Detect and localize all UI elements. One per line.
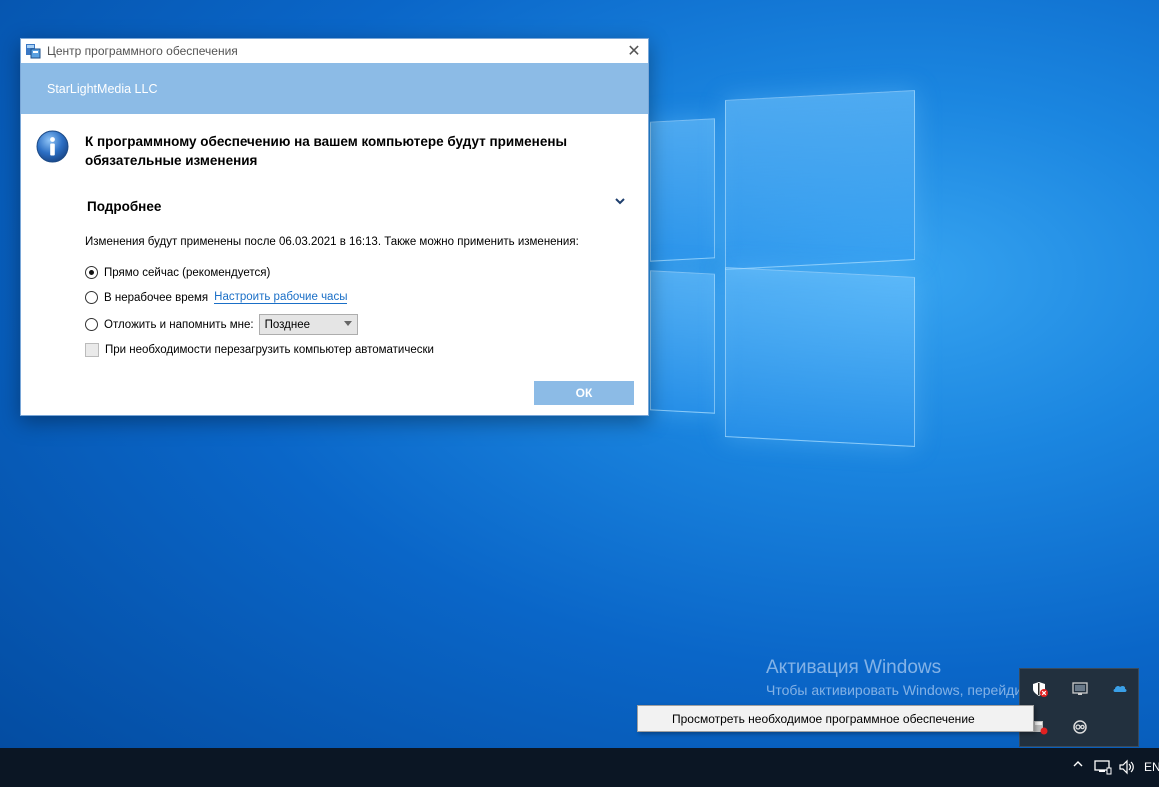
cloud-icon[interactable] (1112, 681, 1128, 697)
settings-gear-icon[interactable] (1072, 719, 1088, 735)
software-center-dialog: Центр программного обеспечения ✕ StarLig… (20, 38, 649, 416)
logo-pane (725, 90, 915, 270)
remind-dropdown-value: Позднее (264, 318, 311, 331)
tray-overflow-panel (1019, 668, 1139, 747)
dialog-content: К программному обеспечению на вашем комп… (21, 114, 648, 416)
logo-pane (650, 270, 715, 414)
option-restart[interactable]: При необходимости перезагрузить компьюте… (85, 343, 434, 357)
radio-now[interactable] (85, 266, 98, 279)
logo-pane (650, 118, 715, 262)
software-center-icon (25, 43, 41, 59)
ok-button[interactable]: ОК (534, 381, 634, 405)
windows-logo-wallpaper (640, 90, 920, 450)
software-center-tray-icon[interactable] (1032, 719, 1048, 735)
close-button[interactable]: ✕ (620, 39, 648, 63)
tray-context-menu: Просмотреть необходимое программное обес… (637, 705, 1034, 732)
security-alert-icon[interactable] (1032, 681, 1048, 697)
dropdown-arrow-icon (343, 321, 352, 326)
network-icon[interactable] (1094, 759, 1112, 778)
option-off-hours-label: В нерабочее время (104, 291, 209, 304)
chevron-down-icon[interactable] (613, 194, 627, 208)
view-required-software-item[interactable]: Просмотреть необходимое программное обес… (672, 712, 975, 726)
headline: К программному обеспечению на вашем комп… (85, 134, 568, 168)
dialog-title: Центр программного обеспечения (47, 44, 238, 58)
configure-hours-link[interactable]: Настроить рабочие часы (214, 291, 348, 304)
info-icon (36, 130, 69, 163)
option-remind[interactable]: Отложить и напомнить мне: Позднее (85, 314, 358, 335)
schedule-description: Изменения будут применены после 06.03.20… (85, 236, 579, 248)
language-indicator[interactable]: EN (1144, 760, 1159, 774)
radio-off-hours[interactable] (85, 291, 98, 304)
restart-label: При необходимости перезагрузить компьюте… (105, 344, 434, 356)
details-heading: Подробнее (87, 199, 162, 214)
vendor-name: StarLightMedia LLC (47, 81, 158, 96)
radio-remind[interactable] (85, 318, 98, 331)
display-icon[interactable] (1072, 681, 1088, 697)
restart-checkbox[interactable] (85, 343, 99, 357)
show-hidden-icons-chevron[interactable] (1072, 758, 1084, 773)
option-remind-label: Отложить и напомнить мне: (104, 318, 254, 331)
remind-dropdown[interactable]: Позднее (258, 314, 358, 335)
taskbar: EN (0, 748, 1159, 787)
volume-icon[interactable] (1118, 759, 1136, 778)
option-off-hours[interactable]: В нерабочее время Настроить рабочие часы (85, 291, 348, 304)
option-now[interactable]: Прямо сейчас (рекомендуется) (85, 266, 270, 279)
dialog-titlebar[interactable]: Центр программного обеспечения ✕ (21, 39, 648, 63)
vendor-banner: StarLightMedia LLC (21, 63, 648, 114)
logo-pane (725, 267, 915, 447)
option-now-label: Прямо сейчас (рекомендуется) (104, 266, 271, 279)
